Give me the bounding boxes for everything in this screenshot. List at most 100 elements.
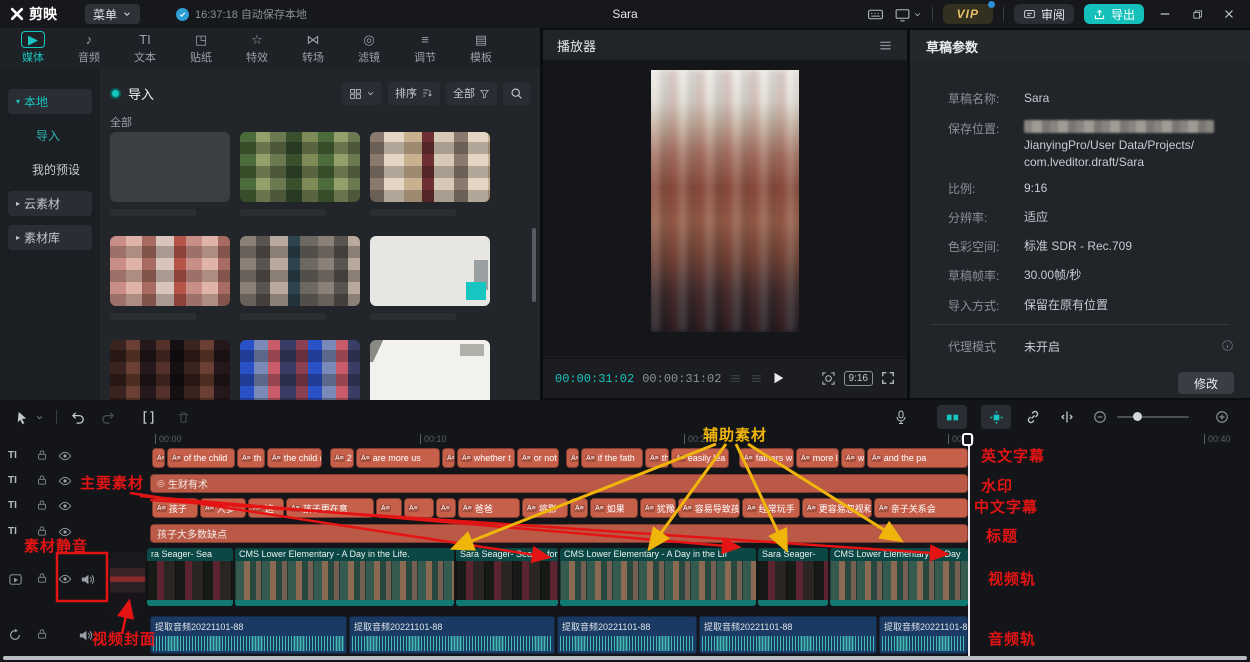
subtitle-clip[interactable]: A≡ the child (: [267, 448, 322, 468]
subtitle-clip[interactable]: A≡ fathers w: [739, 448, 794, 468]
video-preview[interactable]: [651, 70, 799, 332]
play-button[interactable]: [771, 370, 785, 388]
subtitle-clip[interactable]: A≡ 更容易忽视和: [802, 498, 872, 518]
subtitle-clip[interactable]: A≡ 这: [248, 498, 284, 518]
sidebar-item[interactable]: 我的预设: [20, 157, 92, 182]
minimize-button[interactable]: [1154, 7, 1176, 21]
media-item[interactable]: [240, 132, 360, 216]
audio-clip[interactable]: 提取音频20221101-88: [699, 616, 877, 654]
subtitle-clip[interactable]: A≡ and the pa: [867, 448, 968, 468]
menu-button[interactable]: 菜单: [85, 4, 140, 24]
subtitle-clip[interactable]: A≡ 孩子: [152, 498, 198, 518]
subtitle-clip[interactable]: A≡ if the fath: [581, 448, 643, 468]
export-button[interactable]: 导出: [1084, 4, 1144, 24]
video-clip[interactable]: ra Seager- Sea: [147, 548, 233, 606]
select-tool-dropdown[interactable]: [35, 413, 44, 422]
subtitle-clip[interactable]: A≡ or not: [517, 448, 559, 468]
video-clip[interactable]: CMS Lower Elementary - A Day in the Lif: [560, 548, 756, 606]
link-materials-button[interactable]: [1025, 409, 1041, 425]
playhead[interactable]: [968, 434, 970, 656]
video-clip[interactable]: Sara Seager- Search for Pla: [456, 548, 558, 606]
media-item[interactable]: [110, 340, 230, 400]
sidebar-item[interactable]: 导入: [24, 123, 92, 148]
video-clip[interactable]: CMS Lower Elementary - A Day in the Life…: [235, 548, 454, 606]
timeline-horizontal-scrollbar[interactable]: [3, 656, 1247, 660]
filter-button[interactable]: 全部: [446, 82, 497, 105]
subtitle-clip[interactable]: A≡ 爸爸: [458, 498, 520, 518]
zoom-in-button[interactable]: [1215, 410, 1229, 424]
timeline-zoom-slider[interactable]: [1117, 416, 1189, 418]
fullscreen-button[interactable]: [881, 370, 895, 388]
audio-clip[interactable]: 提取音频20221101-88: [879, 616, 968, 654]
next-frame-icon[interactable]: [750, 370, 763, 388]
video-cover-thumbnail[interactable]: [110, 552, 145, 610]
subtitle-clip[interactable]: A≡ th: [645, 448, 669, 468]
view-mode-button[interactable]: [342, 82, 382, 105]
subtitle-clip[interactable]: A≡ 2: [330, 448, 354, 468]
subtitle-clip[interactable]: A≡: [570, 498, 588, 518]
subtitle-clip[interactable]: A≡ of the child: [167, 448, 235, 468]
subtitle-clip[interactable]: A≡ are more us: [356, 448, 440, 468]
media-item[interactable]: [370, 340, 490, 400]
preview-axis-button[interactable]: [1059, 409, 1075, 425]
subtitle-clip[interactable]: A≡ whether t: [457, 448, 515, 468]
ribbon-tab[interactable]: ☆ 特效: [232, 31, 282, 65]
linkage-toggle[interactable]: [981, 405, 1011, 429]
sidebar-item[interactable]: ▸ 素材库: [8, 225, 92, 250]
snapshot-button[interactable]: [821, 370, 836, 388]
subtitle-clip[interactable]: A≡ 容易导致孩: [678, 498, 740, 518]
media-scrollbar[interactable]: [532, 228, 536, 302]
info-icon[interactable]: [1221, 338, 1234, 355]
subtitle-clip[interactable]: A≡ 将影: [522, 498, 568, 518]
subtitle-clip[interactable]: A≡ 孩子更在意: [286, 498, 374, 518]
video-clip[interactable]: CMS Lower Elementary - A Day: [830, 548, 968, 606]
sidebar-item[interactable]: ▾ 本地: [8, 89, 92, 114]
undo-button[interactable]: [71, 410, 86, 425]
split-button[interactable]: [141, 410, 156, 425]
watermark-clip[interactable]: ◎ 生财有术: [150, 474, 968, 493]
shortcut-keyboard-icon[interactable]: [867, 6, 884, 23]
subtitle-clip[interactable]: A≡ w: [841, 448, 865, 468]
subtitle-clip[interactable]: A≡ more l: [796, 448, 839, 468]
ratio-button[interactable]: 9:16: [844, 371, 873, 386]
sidebar-item[interactable]: ▸ 云素材: [8, 191, 92, 216]
ribbon-tab[interactable]: ◳ 贴纸: [176, 31, 226, 65]
modify-button[interactable]: 修改: [1178, 372, 1234, 394]
maximize-button[interactable]: [1186, 8, 1208, 21]
ribbon-tab[interactable]: ⋈ 转场: [288, 31, 338, 65]
ribbon-tab[interactable]: ◎ 滤镜: [344, 31, 394, 65]
subtitle-clip[interactable]: A≡ 大多: [200, 498, 246, 518]
prev-frame-icon[interactable]: [729, 370, 742, 388]
subtitle-clip[interactable]: A≡ th: [237, 448, 265, 468]
player-menu-button[interactable]: [878, 37, 893, 53]
playhead-handle[interactable]: [962, 433, 973, 446]
ribbon-tab[interactable]: TI 文本: [120, 31, 170, 65]
ribbon-tab[interactable]: ▤ 模板: [456, 31, 506, 65]
media-item[interactable]: [370, 236, 490, 320]
slider-knob[interactable]: [1133, 412, 1142, 421]
ribbon-tab[interactable]: ▶ 媒体: [8, 31, 58, 65]
subtitle-clip[interactable]: A≡: [566, 448, 579, 468]
redo-button[interactable]: [100, 410, 115, 425]
auto-snap-toggle[interactable]: [937, 405, 967, 429]
ribbon-tab[interactable]: ♪ 音频: [64, 31, 114, 65]
select-tool-button[interactable]: [14, 410, 29, 425]
vip-button[interactable]: VIP: [943, 4, 993, 24]
subtitle-clip[interactable]: A≡ 犹豫: [640, 498, 676, 518]
title-clip[interactable]: 孩子大多数缺点: [150, 524, 968, 543]
audio-clip[interactable]: 提取音频20221101-88: [150, 616, 347, 654]
zoom-out-button[interactable]: [1093, 410, 1107, 424]
delete-button[interactable]: [176, 410, 191, 425]
review-button[interactable]: 审阅: [1014, 4, 1074, 24]
media-item[interactable]: [370, 132, 490, 216]
subtitle-clip[interactable]: A≡: [404, 498, 434, 518]
subtitle-clip[interactable]: A≡ easily lea: [671, 448, 729, 468]
media-item[interactable]: [110, 236, 230, 320]
subtitle-clip[interactable]: A≡ 亲子关系会: [874, 498, 968, 518]
subtitle-clip[interactable]: A≡: [442, 448, 455, 468]
subtitle-clip[interactable]: A≡: [436, 498, 456, 518]
subtitle-clip[interactable]: A≡ 如果: [590, 498, 638, 518]
audio-clip[interactable]: 提取音频20221101-88: [349, 616, 555, 654]
search-button[interactable]: [503, 82, 530, 105]
media-item[interactable]: [240, 340, 360, 400]
